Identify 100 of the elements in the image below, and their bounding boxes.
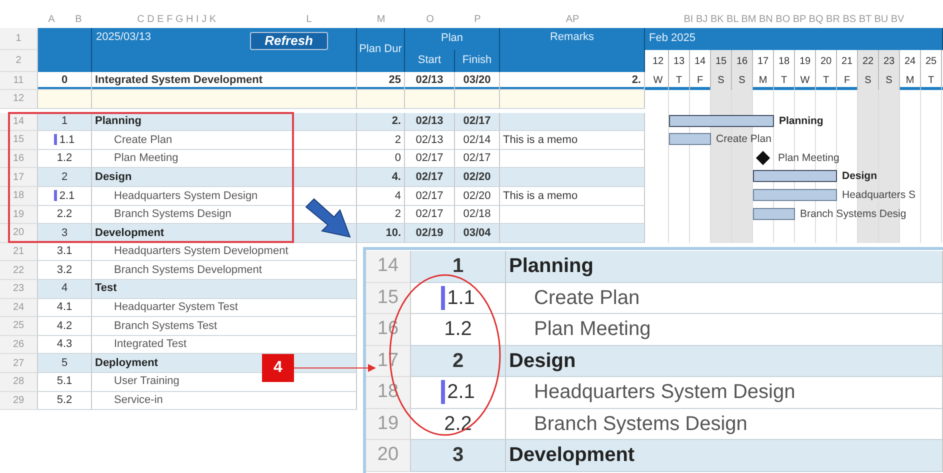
column-header: Plan Dur bbox=[359, 44, 402, 56]
column-header: Remarks bbox=[550, 32, 594, 44]
table-cell: 02/13 bbox=[405, 131, 455, 150]
table-cell: 02/14 bbox=[455, 131, 500, 150]
day-number: 18 bbox=[774, 50, 795, 72]
bar-label: Plan Meeting bbox=[778, 150, 840, 166]
weekday-label: T bbox=[816, 72, 837, 90]
task-bar bbox=[753, 208, 795, 220]
weekday-label: S bbox=[858, 72, 879, 90]
weekday-label: S bbox=[879, 72, 900, 90]
wbs-cell: 2 bbox=[38, 168, 92, 187]
row-number: 19 bbox=[0, 206, 38, 224]
wbs-number: 3 bbox=[452, 443, 464, 468]
table-cell: This is a memo bbox=[500, 186, 645, 206]
row-number: 11 bbox=[0, 72, 38, 90]
row-number: 24 bbox=[0, 298, 38, 318]
column-letter: C D E F G H I J K bbox=[137, 12, 216, 26]
day-number: 19 bbox=[795, 50, 816, 72]
row-number: 20 bbox=[366, 440, 411, 472]
day-number: 20 bbox=[816, 50, 837, 72]
bar-label: Design bbox=[842, 169, 878, 184]
task-name: Test bbox=[92, 280, 357, 299]
weekday-label: T bbox=[669, 72, 690, 90]
row-number: 26 bbox=[0, 336, 38, 354]
wbs-number: 2 bbox=[452, 348, 464, 374]
wbs-number: 1 bbox=[452, 254, 464, 280]
table-cell: This is a memo bbox=[500, 131, 645, 150]
day-number: 17 bbox=[753, 50, 774, 72]
date-text: 2025/03/13 bbox=[96, 30, 152, 44]
wbs-number: 1.2 bbox=[444, 317, 472, 342]
task-name: Create Plan bbox=[506, 282, 943, 314]
task-name: Branch Systems Test bbox=[92, 317, 357, 336]
table-cell: 10. bbox=[357, 224, 405, 243]
column-letter: M bbox=[376, 12, 386, 26]
wbs-number: 1.1 bbox=[59, 132, 75, 148]
table-cell: 2 bbox=[357, 131, 405, 150]
day-number: 22 bbox=[858, 50, 879, 72]
milestone-icon bbox=[756, 150, 770, 165]
task-name: Headquarters System Design bbox=[506, 377, 943, 408]
row-number: 25 bbox=[0, 317, 38, 336]
row-number: 1 bbox=[0, 28, 38, 50]
row-number: 15 bbox=[366, 282, 411, 314]
row-number: 21 bbox=[0, 242, 38, 262]
task-bar bbox=[669, 133, 711, 146]
column-header: Plan bbox=[440, 33, 464, 45]
wbs-cell: 5.2 bbox=[38, 392, 92, 410]
row-number: 14 bbox=[366, 251, 411, 282]
column-header: Finish bbox=[462, 55, 492, 67]
column-letter: P bbox=[474, 12, 481, 26]
column-letter: O bbox=[426, 12, 434, 26]
table-cell: 02/13 bbox=[405, 112, 455, 132]
wbs-number: 2.1 bbox=[447, 380, 475, 406]
bar-label: Planning bbox=[779, 114, 824, 129]
row-number: 16 bbox=[0, 150, 38, 168]
row-number: 22 bbox=[0, 261, 38, 280]
row-number: 18 bbox=[0, 186, 38, 206]
wbs-cell: 5.1 bbox=[38, 372, 92, 392]
task-name: Create Plan bbox=[92, 131, 357, 150]
month-label: Feb 2025 bbox=[649, 33, 696, 45]
day-number: 12 bbox=[648, 50, 669, 72]
table-cell: 02/17 bbox=[455, 112, 500, 132]
day-number: 16 bbox=[732, 50, 753, 72]
table-cell: 02/19 bbox=[405, 224, 455, 243]
row-number: 23 bbox=[0, 280, 38, 299]
weekday-label: S bbox=[732, 72, 753, 90]
row-number: 12 bbox=[0, 90, 38, 109]
task-name: Planning bbox=[92, 112, 357, 132]
refresh-button[interactable]: Refresh bbox=[250, 32, 328, 50]
callout-arrow bbox=[305, 198, 351, 238]
wbs-number: 1.1 bbox=[447, 286, 475, 311]
table-cell: 2. bbox=[357, 112, 405, 132]
row-number: 27 bbox=[0, 354, 38, 373]
wbs-cell: 3.1 bbox=[38, 242, 92, 262]
column-letter: A bbox=[48, 12, 55, 26]
day-number: 15 bbox=[711, 50, 732, 72]
wbs-number: 2.1 bbox=[59, 188, 75, 204]
table-cell: 02/17 bbox=[405, 186, 455, 206]
day-number: 24 bbox=[900, 50, 921, 72]
weekday-label: T bbox=[921, 72, 942, 90]
table-cell: 02/20 bbox=[455, 186, 500, 206]
row-number: 2 bbox=[0, 50, 38, 72]
row-number: 29 bbox=[0, 392, 38, 410]
weekday-label: S bbox=[711, 72, 732, 90]
bar-label: Branch Systems Desig bbox=[800, 206, 906, 222]
task-name: Service-in bbox=[92, 392, 357, 410]
row-number: 15 bbox=[0, 131, 38, 150]
table-cell: 4 bbox=[357, 186, 405, 206]
column-header: Start bbox=[418, 55, 442, 67]
row-number: 17 bbox=[0, 168, 38, 187]
wbs-cell: 5 bbox=[38, 354, 92, 373]
column-letter: B bbox=[75, 12, 82, 26]
weekday-label: M bbox=[900, 72, 921, 90]
bar-label: Create Plan bbox=[716, 132, 772, 148]
day-number: 23 bbox=[879, 50, 900, 72]
weekday-label: W bbox=[795, 72, 816, 90]
weekday-label: M bbox=[753, 72, 774, 90]
task-name: Design bbox=[92, 168, 357, 187]
wbs-number: 2.2 bbox=[444, 412, 472, 437]
wbs-cell: 4.1 bbox=[38, 298, 92, 318]
task-name: Development bbox=[506, 440, 943, 472]
